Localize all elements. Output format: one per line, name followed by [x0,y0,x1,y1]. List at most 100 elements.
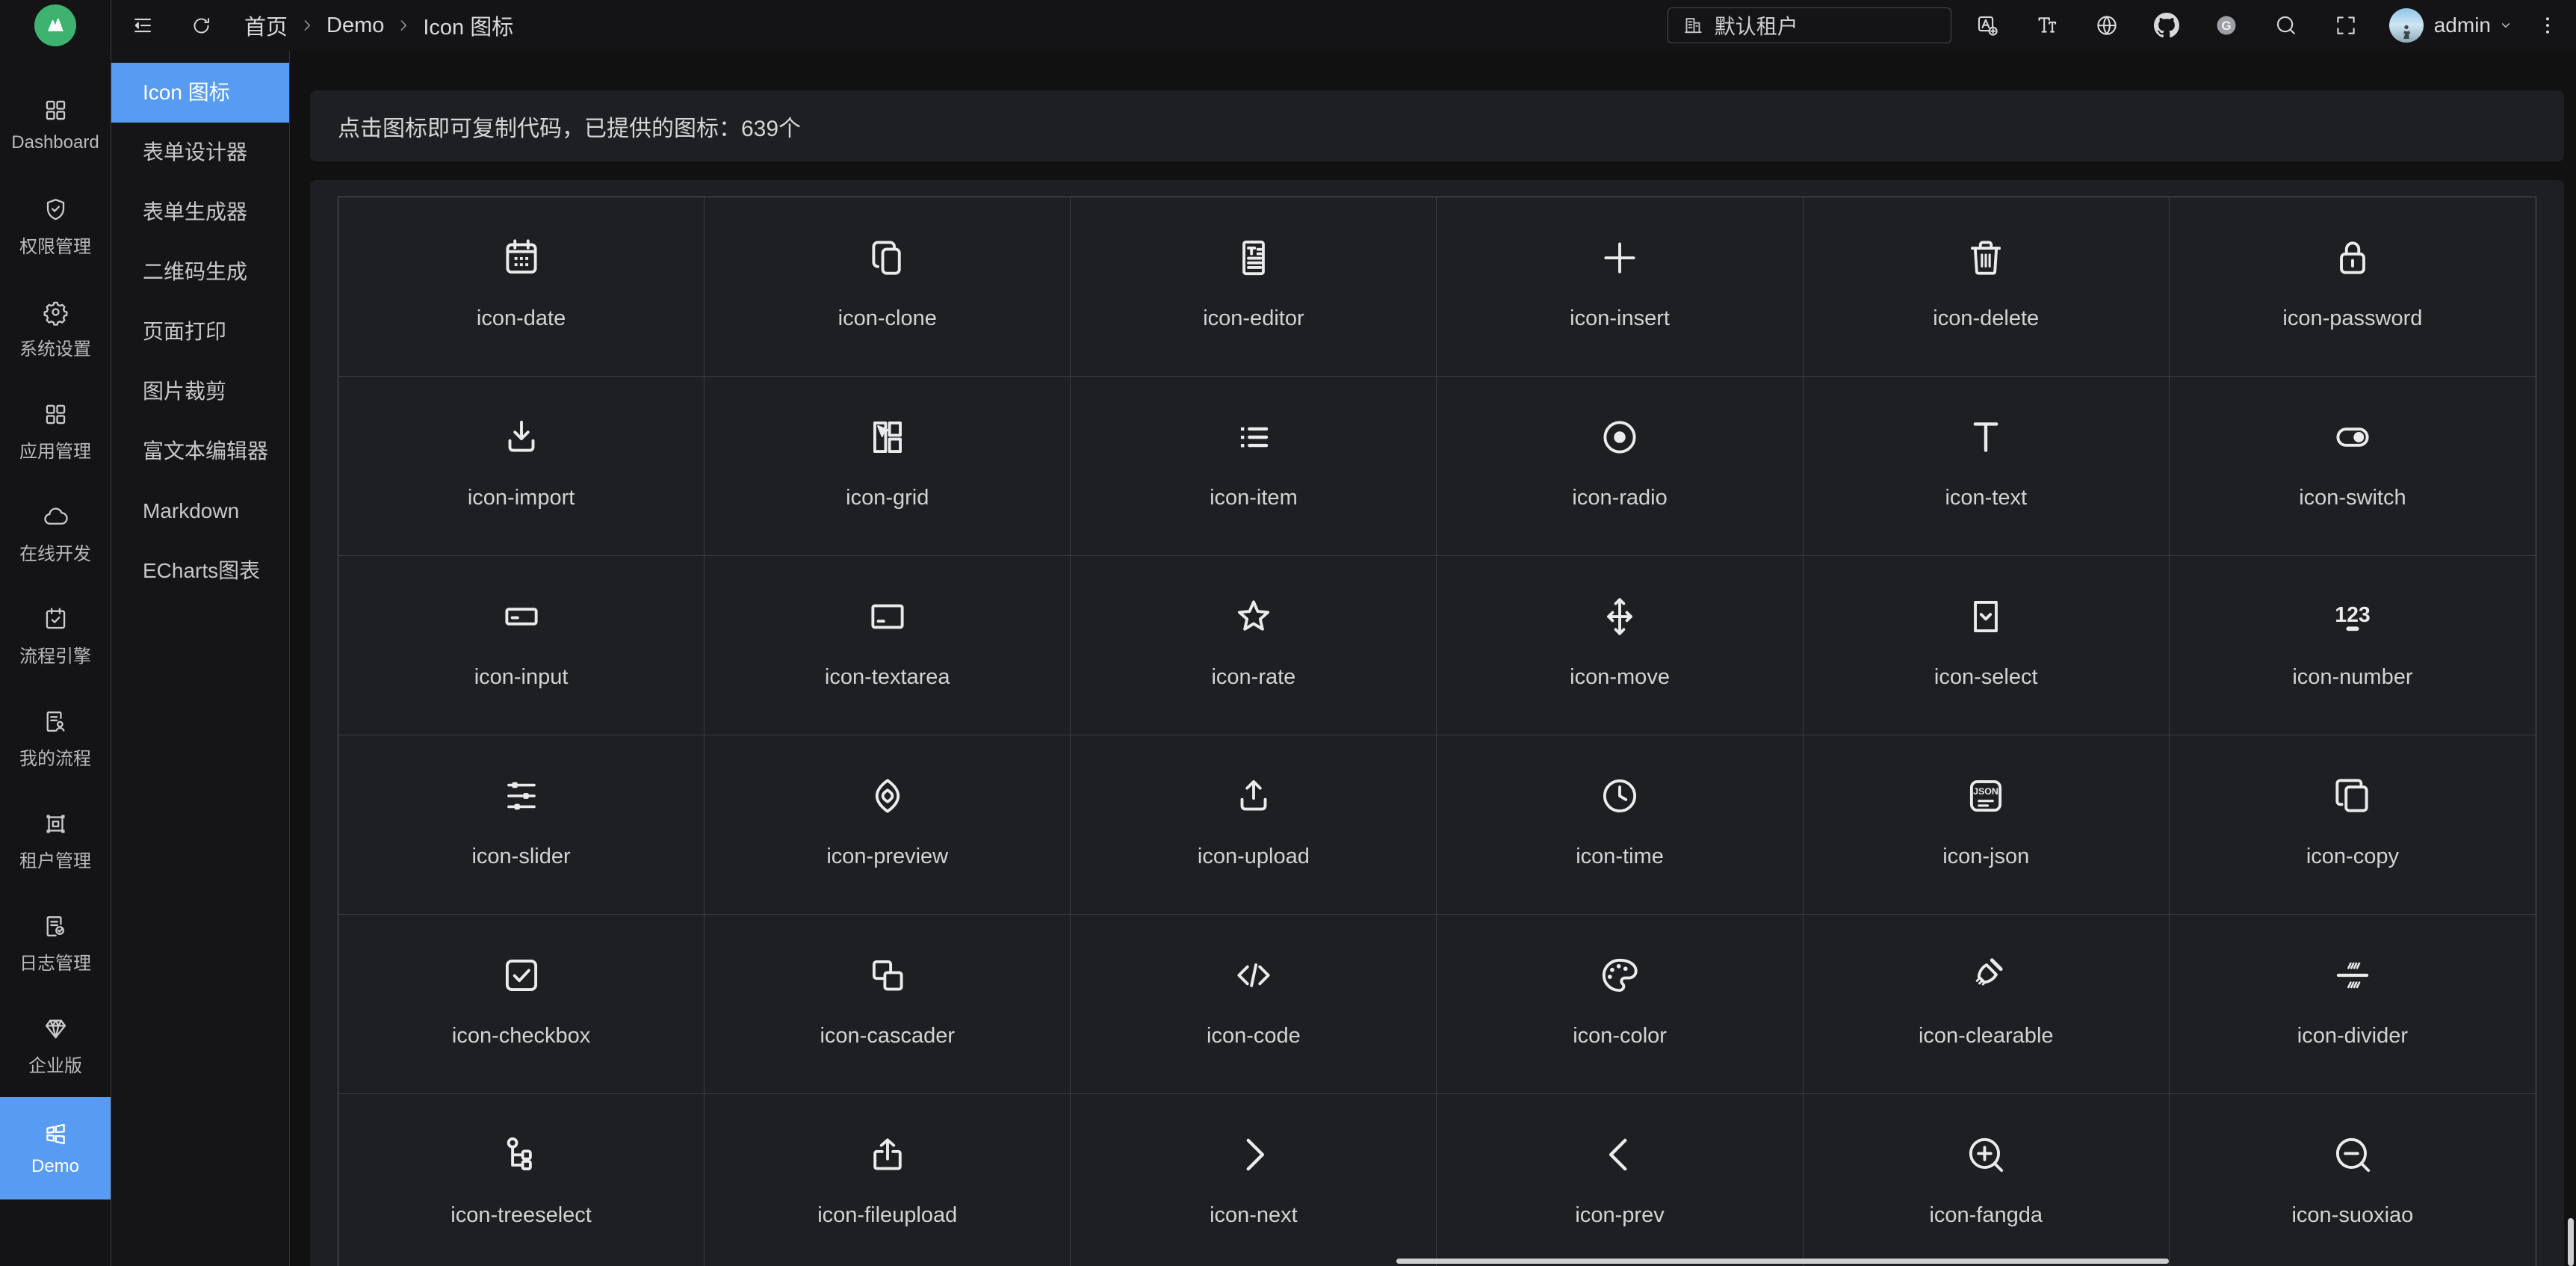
icon-cell-icon-suoxiao[interactable]: icon-suoxiao [2170,1094,2536,1266]
translate-icon[interactable] [1957,13,2017,38]
sidebar-item-flow[interactable]: 流程引擎 [0,585,111,688]
icon-item-icon [1230,414,1277,460]
icon-grid-card: icon-date icon-clone icon-editor icon-in… [310,180,2564,1266]
vertical-scrollbar[interactable] [2568,1218,2574,1266]
icon-cell-icon-number[interactable]: icon-number [2170,556,2536,735]
sidebar-item-tenant[interactable]: 租户管理 [0,790,111,892]
sidebar-item-myflow[interactable]: 我的流程 [0,688,111,790]
icon-cell-label: icon-insert [1570,306,1670,331]
sidebar-item-label: 权限管理 [19,232,91,258]
icon-cell-icon-divider[interactable]: icon-divider [2170,915,2536,1094]
sidebar-item-dashboard[interactable]: Dashboard [0,73,111,176]
horizontal-scrollbar[interactable] [1396,1259,2169,1264]
sidebar-item-label: 租户管理 [19,846,91,872]
icon-cell-icon-copy[interactable]: icon-copy [2170,735,2536,915]
icon-cell-icon-preview[interactable]: icon-preview [705,735,1071,915]
icon-cell-icon-fangda[interactable]: icon-fangda [1803,1094,2170,1266]
sidebar-item-gear[interactable]: 系统设置 [0,278,111,380]
breadcrumb-item[interactable]: 首页 [244,10,288,41]
refresh-icon[interactable] [190,14,213,37]
submenu-item-4[interactable]: 二维码生成 [111,242,289,302]
submenu-item-label: 富文本编辑器 [143,439,268,463]
icon-cell-icon-clone[interactable]: icon-clone [705,197,1071,377]
sidebar-item-demo[interactable]: Demo [0,1097,111,1199]
gitee-icon[interactable] [2196,13,2256,38]
submenu-item-6[interactable]: 图片裁剪 [111,362,289,422]
icon-cell-icon-switch[interactable]: icon-switch [2170,377,2536,556]
icon-cell-label: icon-import [468,486,575,510]
icon-date-icon [498,235,545,281]
icon-cell-icon-import[interactable]: icon-import [338,377,705,556]
breadcrumb-item[interactable]: Icon 图标 [423,10,513,41]
avatar[interactable] [2389,8,2424,43]
icon-password-icon [2329,235,2376,281]
submenu-item-1[interactable]: Icon 图标 [111,63,289,123]
submenu-item-2[interactable]: 表单设计器 [111,123,289,182]
icon-code-icon [1230,952,1277,998]
icon-cell-icon-next[interactable]: icon-next [1071,1094,1437,1266]
tenant-select[interactable]: 默认租户 [1668,7,1951,43]
secondary-sidebar: Icon 图标表单设计器表单生成器二维码生成页面打印图片裁剪富文本编辑器 Mark… [111,51,290,1266]
icon-cell-icon-color[interactable]: icon-color [1437,915,1803,1094]
icon-cell-icon-item[interactable]: icon-item [1071,377,1437,556]
avatar-person-icon [2395,20,2418,43]
icon-cell-icon-radio[interactable]: icon-radio [1437,377,1803,556]
collapse-menu-icon[interactable] [130,13,155,38]
icon-cell-label: icon-textarea [825,665,950,690]
icon-cell-icon-input[interactable]: icon-input [338,556,705,735]
more-menu-icon[interactable] [2536,13,2560,37]
sidebar-item-shield[interactable]: 权限管理 [0,176,111,278]
fullscreen-icon[interactable] [2316,13,2376,38]
sidebar-item-apps[interactable]: 应用管理 [0,380,111,483]
icon-cell-label: icon-date [477,306,566,331]
icon-json-icon [1963,773,2009,819]
sidebar-item-gem[interactable]: 企业版 [0,995,111,1097]
icon-cell-label: icon-next [1210,1203,1298,1228]
breadcrumb-item[interactable]: Demo [326,13,384,38]
icon-cell-icon-treeselect[interactable]: icon-treeselect [338,1094,705,1266]
github-icon[interactable] [2137,13,2196,38]
icon-cell-icon-slider[interactable]: icon-slider [338,735,705,915]
app-logo[interactable] [0,0,111,51]
icon-cascader-icon [864,952,911,998]
icon-cell-icon-grid[interactable]: icon-grid [705,377,1071,556]
submenu-item-5[interactable]: 页面打印 [111,302,289,362]
icon-cell-icon-select[interactable]: icon-select [1803,556,2170,735]
icon-cell-icon-text[interactable]: icon-text [1803,377,2170,556]
icon-cell-icon-time[interactable]: icon-time [1437,735,1803,915]
font-size-icon[interactable] [2017,13,2077,38]
submenu-item-7[interactable]: 富文本编辑器 [111,422,289,481]
user-chevron-down-icon[interactable] [2497,16,2515,34]
language-globe-icon[interactable] [2077,13,2137,38]
icon-cell-icon-prev[interactable]: icon-prev [1437,1094,1803,1266]
icon-cell-label: icon-radio [1572,486,1667,510]
submenu-item-3[interactable]: 表单生成器 [111,182,289,242]
icon-cell-icon-move[interactable]: icon-move [1437,556,1803,735]
icon-cell-icon-checkbox[interactable]: icon-checkbox [338,915,705,1094]
sidebar-item-cloud[interactable]: 在线开发 [0,483,111,585]
icon-cell-icon-delete[interactable]: icon-delete [1803,197,2170,377]
icon-fileupload-icon [864,1131,911,1178]
icon-cell-icon-clearable[interactable]: icon-clearable [1803,915,2170,1094]
icon-cell-label: icon-rate [1211,665,1295,690]
submenu-item-8[interactable]: Markdown [111,481,289,541]
icon-cell-icon-json[interactable]: icon-json [1803,735,2170,915]
submenu-item-9[interactable]: ECharts图表 [111,541,289,601]
icon-import-icon [498,414,545,460]
username[interactable]: admin [2434,13,2491,37]
icon-cell-icon-fileupload[interactable]: icon-fileupload [705,1094,1071,1266]
icon-cell-icon-insert[interactable]: icon-insert [1437,197,1803,377]
icon-cell-icon-textarea[interactable]: icon-textarea [705,556,1071,735]
icon-cell-label: icon-cascader [820,1024,955,1049]
icon-cell-icon-cascader[interactable]: icon-cascader [705,915,1071,1094]
icon-switch-icon [2329,414,2376,460]
sidebar-item-log[interactable]: 日志管理 [0,892,111,995]
icon-cell-icon-editor[interactable]: icon-editor [1071,197,1437,377]
icon-checkbox-icon [498,952,545,998]
icon-cell-icon-date[interactable]: icon-date [338,197,705,377]
icon-cell-icon-rate[interactable]: icon-rate [1071,556,1437,735]
icon-cell-icon-code[interactable]: icon-code [1071,915,1437,1094]
icon-cell-icon-password[interactable]: icon-password [2170,197,2536,377]
icon-cell-icon-upload[interactable]: icon-upload [1071,735,1437,915]
search-icon[interactable] [2256,13,2316,38]
